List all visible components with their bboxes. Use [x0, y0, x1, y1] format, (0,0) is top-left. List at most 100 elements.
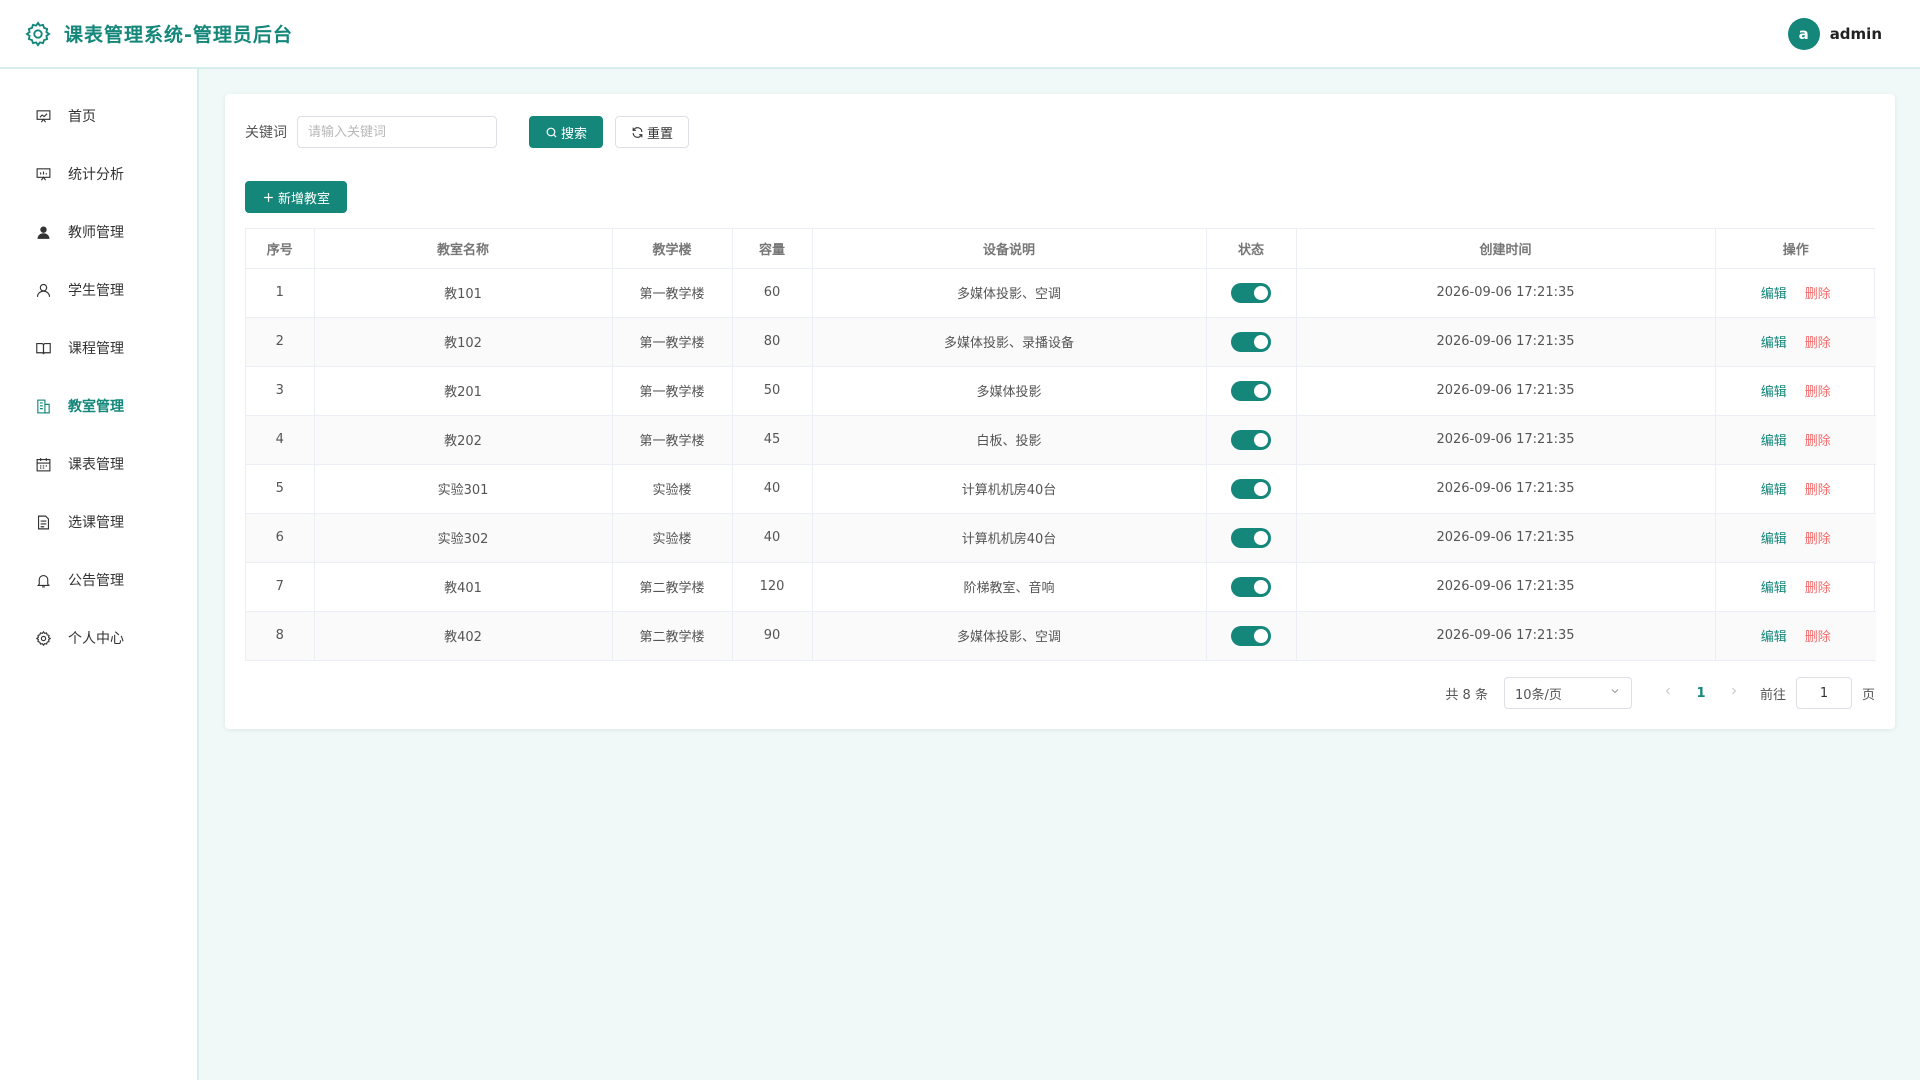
- delete-button[interactable]: 删除: [1805, 483, 1831, 498]
- cell-status: [1206, 268, 1297, 318]
- column-header: 序号: [246, 229, 315, 269]
- column-header: 状态: [1206, 229, 1297, 269]
- username[interactable]: admin: [1830, 25, 1882, 43]
- cell-actions: 编辑 删除: [1715, 562, 1876, 612]
- edit-button[interactable]: 编辑: [1761, 336, 1787, 351]
- delete-button[interactable]: 删除: [1805, 434, 1831, 449]
- sidebar-item-statistics[interactable]: 统计分析: [0, 145, 197, 203]
- edit-button[interactable]: 编辑: [1761, 287, 1787, 302]
- cell-building: 第二教学楼: [612, 562, 733, 612]
- classroom-table: 序号 教室名称 教学楼 容量 设备说明 状态 创建时间 操作 1 教101 第一教学…: [245, 228, 1876, 661]
- cell-capacity: 90: [732, 611, 813, 661]
- edit-button[interactable]: 编辑: [1761, 581, 1787, 596]
- cell-classroom-name: 实验302: [314, 513, 613, 563]
- brand: 课表管理系统-管理员后台: [0, 20, 293, 48]
- search-button[interactable]: 搜索: [529, 116, 603, 148]
- cell-actions: 编辑 删除: [1715, 366, 1876, 416]
- cell-created-time: 2026-09-06 17:21:35: [1296, 611, 1716, 661]
- sidebar-item-course-selection[interactable]: 选课管理: [0, 493, 197, 551]
- cell-building: 第一教学楼: [612, 268, 733, 318]
- add-button-label: 新增教室: [277, 191, 330, 207]
- delete-button[interactable]: 删除: [1805, 336, 1831, 351]
- table-row: 7 教401 第二教学楼 120 阶梯教室、音响 2026-09-06 17:21:35 编…: [246, 562, 1876, 612]
- delete-button[interactable]: 删除: [1805, 532, 1831, 547]
- sidebar-item-classrooms[interactable]: 教室管理: [0, 377, 197, 435]
- sidebar-item-students[interactable]: 学生管理: [0, 261, 197, 319]
- total-count: 共 8 条: [1445, 687, 1488, 703]
- delete-button[interactable]: 删除: [1805, 630, 1831, 645]
- status-toggle[interactable]: [1231, 576, 1271, 597]
- edit-button[interactable]: 编辑: [1761, 532, 1787, 547]
- cell-actions: 编辑 删除: [1715, 415, 1876, 465]
- search-bar: 关键词 搜索 重置: [245, 116, 689, 148]
- next-page-button[interactable]: [1722, 685, 1746, 701]
- cell-classroom-name: 教402: [314, 611, 613, 661]
- chart-board-icon: [34, 165, 52, 183]
- cell-classroom-name: 教102: [314, 317, 613, 367]
- search-button-label: 搜索: [560, 126, 587, 142]
- cell-building: 实验楼: [612, 513, 733, 563]
- cell-created-time: 2026-09-06 17:21:35: [1296, 415, 1716, 465]
- sidebar-item-label: 课表管理: [68, 457, 124, 473]
- page-size-value: 10条/页: [1514, 687, 1562, 703]
- status-toggle[interactable]: [1231, 625, 1271, 646]
- cell-status: [1206, 366, 1297, 416]
- pagination: 共 8 条 10条/页 1 前往 页: [1445, 677, 1875, 709]
- status-toggle[interactable]: [1231, 429, 1271, 450]
- avatar[interactable]: a: [1787, 17, 1820, 50]
- delete-button[interactable]: 删除: [1805, 581, 1831, 596]
- cell-capacity: 60: [732, 268, 813, 318]
- sidebar-item-teachers[interactable]: 教师管理: [0, 203, 197, 261]
- cell-capacity: 50: [732, 366, 813, 416]
- cell-classroom-name: 实验301: [314, 464, 613, 514]
- edit-button[interactable]: 编辑: [1761, 630, 1787, 645]
- cell-capacity: 120: [732, 562, 813, 612]
- status-toggle[interactable]: [1231, 282, 1271, 303]
- status-toggle[interactable]: [1231, 527, 1271, 548]
- cell-status: [1206, 513, 1297, 563]
- page-number-1[interactable]: 1: [1680, 686, 1722, 701]
- cell-actions: 编辑 删除: [1715, 268, 1876, 318]
- table-row: 8 教402 第二教学楼 90 多媒体投影、空调 2026-09-06 17:21:35 编…: [246, 611, 1876, 661]
- cell-building: 第二教学楼: [612, 611, 733, 661]
- prev-page-button[interactable]: [1656, 685, 1680, 701]
- toggle-knob: [1254, 432, 1268, 447]
- table-row: 1 教101 第一教学楼 60 多媒体投影、空调 2026-09-06 17:21:35 编…: [246, 268, 1876, 318]
- user-menu[interactable]: a admin: [1787, 17, 1920, 50]
- cell-equipment: 计算机机房40台: [812, 464, 1207, 514]
- cell-building: 第一教学楼: [612, 317, 733, 367]
- reset-button[interactable]: 重置: [615, 116, 689, 148]
- cell-building: 第一教学楼: [612, 366, 733, 416]
- edit-button[interactable]: 编辑: [1761, 434, 1787, 449]
- keyword-input[interactable]: [297, 116, 497, 148]
- edit-button[interactable]: 编辑: [1761, 483, 1787, 498]
- plus-icon: [262, 191, 275, 204]
- toggle-knob: [1254, 481, 1268, 496]
- delete-button[interactable]: 删除: [1805, 385, 1831, 400]
- cell-created-time: 2026-09-06 17:21:35: [1296, 562, 1716, 612]
- edit-button[interactable]: 编辑: [1761, 385, 1787, 400]
- cell-status: [1206, 464, 1297, 514]
- cell-index: 7: [246, 562, 315, 612]
- status-toggle[interactable]: [1231, 478, 1271, 499]
- cell-equipment: 多媒体投影: [812, 366, 1207, 416]
- status-toggle[interactable]: [1231, 331, 1271, 352]
- sidebar-item-announcements[interactable]: 公告管理: [0, 551, 197, 609]
- sidebar-item-timetable[interactable]: 课表管理: [0, 435, 197, 493]
- sidebar-item-label: 教师管理: [68, 225, 124, 241]
- sidebar-item-courses[interactable]: 课程管理: [0, 319, 197, 377]
- cell-index: 2: [246, 317, 315, 367]
- user-filled-icon: [34, 223, 52, 241]
- status-toggle[interactable]: [1231, 380, 1271, 401]
- goto-page-input[interactable]: [1795, 677, 1852, 709]
- content-card: 关键词 搜索 重置 新增教室 序号: [225, 94, 1895, 729]
- add-classroom-button[interactable]: 新增教室: [245, 181, 347, 213]
- cell-actions: 编辑 删除: [1715, 513, 1876, 563]
- sidebar-item-home[interactable]: 首页: [0, 87, 197, 145]
- column-header: 设备说明: [812, 229, 1207, 269]
- sidebar-item-profile[interactable]: 个人中心: [0, 609, 197, 667]
- toggle-knob: [1254, 628, 1268, 643]
- delete-button[interactable]: 删除: [1805, 287, 1831, 302]
- page-size-select[interactable]: 10条/页: [1503, 677, 1632, 709]
- table-row: 6 实验302 实验楼 40 计算机机房40台 2026-09-06 17:21:35 编辑…: [246, 513, 1876, 563]
